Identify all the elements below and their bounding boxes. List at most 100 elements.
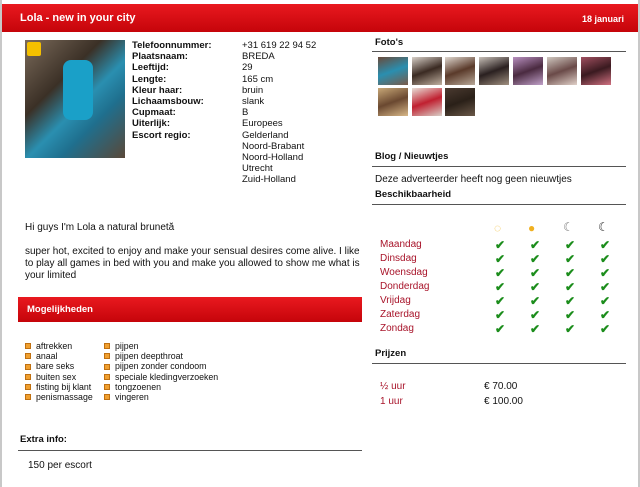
availability-check-icon: ✔ [495,322,506,336]
availability-check-icon: ✔ [600,280,611,294]
photo-thumbnail[interactable] [581,57,611,85]
price-amount: € 70.00 [484,381,518,392]
day-label: Dinsdag [380,253,417,264]
list-item-label: pijpen [115,341,139,351]
photo-thumbnail[interactable] [445,57,475,85]
list-item-label: speciale kledingverzoeken [115,371,219,382]
info-row: Utrecht [132,163,362,174]
info-label: Cupmaat: [132,107,176,119]
info-row: Lichaamsbouw: slank [132,96,362,107]
profile-header: Lola - new in your city 18 januari [2,4,638,32]
day-label: Vrijdag [380,295,411,306]
bullet-icon [25,353,31,360]
availability-check-icon: ✔ [565,252,576,266]
bullet-icon [25,373,31,380]
phone-value[interactable]: +31 619 22 94 52 [242,40,362,51]
availability-check-icon: ✔ [600,238,611,252]
day-label: Woensdag [380,267,428,278]
info-row: Noord-Holland [132,152,362,163]
info-value: bruin [242,84,264,96]
availability-check-icon: ✔ [495,252,506,266]
info-row: Telefoonnummer: +31 619 22 94 52 [132,40,362,51]
bullet-icon [104,383,110,390]
list-item: buiten sex [25,372,93,382]
photos-title: Foto's [375,37,404,48]
blog-title: Blog / Nieuwtjes [375,151,449,162]
description-paragraph: super hot, excited to enjoy and make you… [25,246,360,281]
info-label: Lengte: [132,73,167,85]
photo-thumbnail[interactable] [412,57,442,85]
photo-thumbnail[interactable] [412,88,442,116]
divider [372,363,626,364]
list-item: pijpen deepthroat [104,351,218,361]
list-item-label: aftrekken [36,341,73,351]
bullet-icon [25,383,31,390]
divider [18,450,362,451]
info-row: Leeftijd: 29 [132,62,362,73]
list-item-label: pijpen zonder condoom [115,361,207,372]
mogelijkheden-title: Mogelijkheden [27,304,93,315]
photo-thumbnail[interactable] [513,57,543,85]
profile-date: 18 januari [581,14,624,24]
moon-evening-icon: ☾ [563,220,574,234]
bullet-icon [104,373,110,380]
list-item-label: buiten sex [36,371,77,382]
list-item: aftrekken [25,341,93,351]
info-row: Zuid-Holland [132,174,362,185]
regio-value: Utrecht [242,163,273,175]
availability-check-icon: ✔ [530,294,541,308]
list-item: fisting bij klant [25,382,93,392]
availability-check-icon: ✔ [565,238,576,252]
sun-morning-icon: ◌ [494,221,502,235]
info-value: B [242,107,249,119]
divider [372,166,626,167]
availability-check-icon: ✔ [530,266,541,280]
bullet-icon [104,353,110,360]
bullet-icon [104,343,110,350]
list-item-label: tongzoenen [115,381,161,392]
info-value: BREDA [242,51,275,63]
availability-check-icon: ✔ [600,266,611,280]
availability-check-icon: ✔ [530,280,541,294]
day-label: Zondag [380,323,414,334]
availability-check-icon: ✔ [600,294,611,308]
regio-value: Noord-Brabant [242,140,305,152]
day-label: Donderdag [380,281,430,292]
mogelijkheden-list-1: aftrekken anaal bare seks buiten sex fis… [25,341,93,402]
availability-check-icon: ✔ [530,238,541,252]
regio-value: Zuid-Holland [242,174,296,186]
main-photo[interactable] [25,40,125,158]
list-item-label: pijpen deepthroat [115,351,183,362]
list-item-label: fisting bij klant [36,381,92,392]
photo-thumbnail[interactable] [378,57,408,85]
list-item: pijpen [104,341,218,351]
info-value: Europees [242,118,283,130]
profile-info: Telefoonnummer: +31 619 22 94 52 Plaatsna… [132,40,362,186]
availability-check-icon: ✔ [495,308,506,322]
list-item: anaal [25,351,93,361]
bullet-icon [25,394,31,401]
info-label: Escort regio: [132,129,191,141]
description-line: Hi guys I'm Lola a natural brunetă [25,222,175,233]
extra-info-text: 150 per escort [28,460,92,471]
bullet-icon [104,394,110,401]
photo-thumbnail[interactable] [479,57,509,85]
regio-value: Noord-Holland [242,152,304,164]
day-label: Maandag [380,239,422,250]
extra-info-title: Extra info: [20,434,67,445]
bullet-icon [104,363,110,370]
photo-thumbnail[interactable] [378,88,408,116]
availability-title: Beschikbaarheid [375,189,452,200]
availability-check-icon: ✔ [495,238,506,252]
blog-text: Deze adverteerder heeft nog geen nieuwtj… [375,174,572,185]
sun-afternoon-icon: ● [528,221,536,235]
list-item-label: anaal [36,351,58,362]
list-item: pijpen zonder condoom [104,361,218,371]
photo-thumbnail[interactable] [547,57,577,85]
bullet-icon [25,343,31,350]
availability-check-icon: ✔ [495,266,506,280]
list-item: tongzoenen [104,382,218,392]
availability-check-icon: ✔ [600,308,611,322]
photo-thumbnail[interactable] [445,88,475,116]
availability-check-icon: ✔ [565,294,576,308]
